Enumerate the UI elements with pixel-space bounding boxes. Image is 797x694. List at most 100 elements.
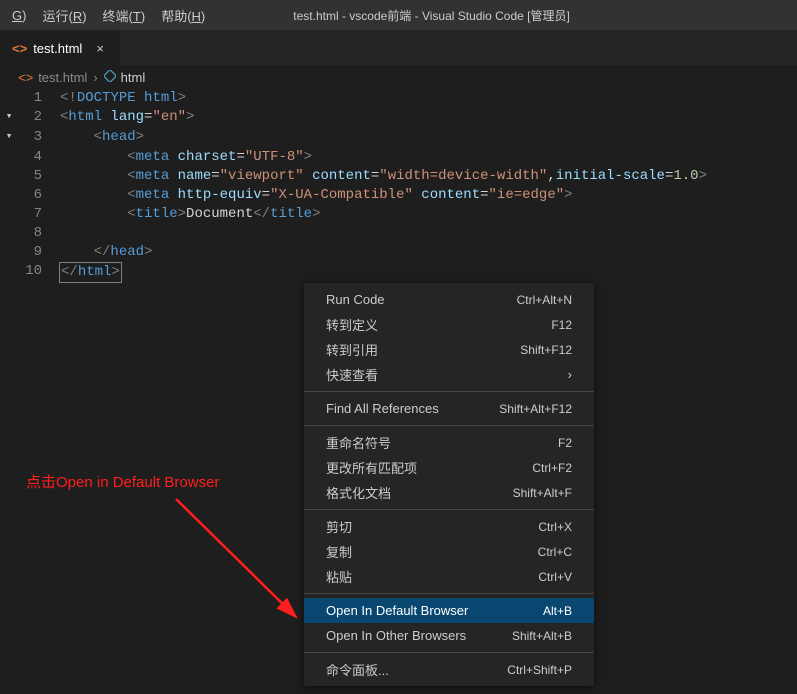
menu-item[interactable]: 运行(R) xyxy=(34,0,94,30)
keyboard-shortcut: Ctrl+X xyxy=(538,520,572,534)
menu-separator xyxy=(304,593,594,594)
menu-item-label: 命令面板... xyxy=(326,660,389,679)
context-menu-item[interactable]: 复制 Ctrl+C xyxy=(304,539,594,564)
breadcrumb[interactable]: <> test.html › html xyxy=(0,65,797,89)
context-menu-item[interactable]: 粘贴 Ctrl+V xyxy=(304,564,594,589)
chevron-down-icon[interactable]: ▾ xyxy=(6,128,13,147)
code-content[interactable]: <head> xyxy=(60,128,144,148)
fold-gutter[interactable]: ▾ xyxy=(0,108,18,128)
window-title: test.html - vscode前端 - Visual Studio Cod… xyxy=(213,7,797,24)
html-file-icon: <> xyxy=(12,41,27,56)
keyboard-shortcut: Shift+Alt+F xyxy=(513,486,572,500)
code-content[interactable]: </html> xyxy=(60,262,122,283)
menu-item-label: 剪切 xyxy=(326,517,352,536)
menu-item-label: Open In Default Browser xyxy=(326,603,468,618)
menu-label: 终端(T) xyxy=(103,6,146,25)
code-line[interactable]: 4 <meta charset="UTF-8"> xyxy=(0,148,797,167)
code-content[interactable]: <html lang="en"> xyxy=(60,108,194,128)
chevron-down-icon[interactable]: ▾ xyxy=(6,108,13,127)
code-editor[interactable]: 1<!DOCTYPE html>▾2<html lang="en">▾3 <he… xyxy=(0,89,797,283)
line-number: 2 xyxy=(18,108,60,128)
tab-bar: <> test.html × xyxy=(0,30,797,65)
context-menu-item[interactable]: Find All ReferencesShift+Alt+F12 xyxy=(304,396,594,421)
keyboard-shortcut: Ctrl+C xyxy=(538,545,572,559)
context-menu-item[interactable]: Open In Other Browsers Shift+Alt+B xyxy=(304,623,594,648)
code-content[interactable]: <meta http-equiv="X-UA-Compatible" conte… xyxy=(60,186,573,205)
context-menu-item[interactable]: 转到定义F12 xyxy=(304,312,594,337)
menu-label: G) xyxy=(12,8,26,23)
fold-gutter xyxy=(0,224,18,243)
code-content[interactable]: <title>Document</title> xyxy=(60,205,321,224)
html-file-icon: <> xyxy=(18,70,33,85)
line-number: 4 xyxy=(18,148,60,167)
code-line[interactable]: 10</html> xyxy=(0,262,797,283)
code-content[interactable]: <meta charset="UTF-8"> xyxy=(60,148,312,167)
code-content[interactable]: </head> xyxy=(60,243,152,262)
menu-separator xyxy=(304,391,594,392)
tab-label: test.html xyxy=(33,41,82,56)
keyboard-shortcut: Alt+B xyxy=(543,604,572,618)
line-number: 5 xyxy=(18,167,60,186)
tab-test-html[interactable]: <> test.html × xyxy=(0,30,120,65)
line-number: 7 xyxy=(18,205,60,224)
chevron-right-icon: › xyxy=(93,70,97,85)
fold-gutter xyxy=(0,89,18,108)
fold-gutter xyxy=(0,186,18,205)
breadcrumb-segment[interactable]: test.html xyxy=(38,70,87,85)
context-menu-item[interactable]: 剪切 Ctrl+X xyxy=(304,514,594,539)
fold-gutter xyxy=(0,205,18,224)
annotation-text: 点击Open in Default Browser xyxy=(26,471,219,492)
code-line[interactable]: 1<!DOCTYPE html> xyxy=(0,89,797,108)
context-menu-item[interactable]: 更改所有匹配项Ctrl+F2 xyxy=(304,455,594,480)
menu-item-label: Open In Other Browsers xyxy=(326,628,466,643)
keyboard-shortcut: Shift+Alt+B xyxy=(512,629,572,643)
keyboard-shortcut: Ctrl+V xyxy=(538,570,572,584)
menu-item-label: 转到定义 xyxy=(326,315,378,334)
code-line[interactable]: ▾ 2<html lang="en"> xyxy=(0,108,797,128)
menu-label: 帮助(H) xyxy=(161,6,205,25)
context-menu-item[interactable]: 快速查看› xyxy=(304,362,594,387)
line-number: 3 xyxy=(18,128,60,148)
keyboard-shortcut: Ctrl+F2 xyxy=(532,461,572,475)
menu-label: 运行(R) xyxy=(42,6,86,25)
code-line[interactable]: 6 <meta http-equiv="X-UA-Compatible" con… xyxy=(0,186,797,205)
line-number: 9 xyxy=(18,243,60,262)
context-menu-item[interactable]: 重命名符号F2 xyxy=(304,430,594,455)
menu-item-label: 重命名符号 xyxy=(326,433,391,452)
menu-item-label: 粘贴 xyxy=(326,567,352,586)
context-menu-item[interactable]: Run Code Ctrl+Alt+N xyxy=(304,287,594,312)
fold-gutter xyxy=(0,167,18,186)
context-menu-item[interactable]: Open In Default Browser Alt+B xyxy=(304,598,594,623)
menu-item-label: 快速查看 xyxy=(326,365,378,384)
menu-separator xyxy=(304,425,594,426)
menu-item[interactable]: 终端(T) xyxy=(95,0,154,30)
line-number: 8 xyxy=(18,224,60,243)
fold-gutter xyxy=(0,243,18,262)
code-line[interactable]: ▾ 3 <head> xyxy=(0,128,797,148)
code-line[interactable]: 5 <meta name="viewport" content="width=d… xyxy=(0,167,797,186)
close-icon[interactable]: × xyxy=(96,41,104,56)
menu-item-label: Run Code xyxy=(326,292,385,307)
breadcrumb-segment[interactable]: html xyxy=(121,70,146,85)
code-line[interactable]: 9 </head> xyxy=(0,243,797,262)
code-line[interactable]: 8 xyxy=(0,224,797,243)
code-line[interactable]: 7 <title>Document</title> xyxy=(0,205,797,224)
menu-item-label: 格式化文档 xyxy=(326,483,391,502)
menu-separator xyxy=(304,509,594,510)
annotation-arrow xyxy=(170,493,320,633)
menu-item-label: 复制 xyxy=(326,542,352,561)
context-menu-item[interactable]: 转到引用Shift+F12 xyxy=(304,337,594,362)
menu-item[interactable]: G) xyxy=(4,0,34,30)
menu-bar: G) 运行(R) 终端(T) 帮助(H) test.html - vscode前… xyxy=(0,0,797,30)
fold-gutter[interactable]: ▾ xyxy=(0,128,18,148)
fold-gutter xyxy=(0,262,18,283)
context-menu-item[interactable]: 命令面板...Ctrl+Shift+P xyxy=(304,657,594,682)
context-menu-item[interactable]: 格式化文档 Shift+Alt+F xyxy=(304,480,594,505)
element-icon xyxy=(104,70,116,85)
code-content[interactable]: <!DOCTYPE html> xyxy=(60,89,186,108)
line-number: 6 xyxy=(18,186,60,205)
keyboard-shortcut: Shift+Alt+F12 xyxy=(499,402,572,416)
keyboard-shortcut: Ctrl+Alt+N xyxy=(517,293,572,307)
menu-item[interactable]: 帮助(H) xyxy=(153,0,213,30)
code-content[interactable]: <meta name="viewport" content="width=dev… xyxy=(60,167,707,186)
